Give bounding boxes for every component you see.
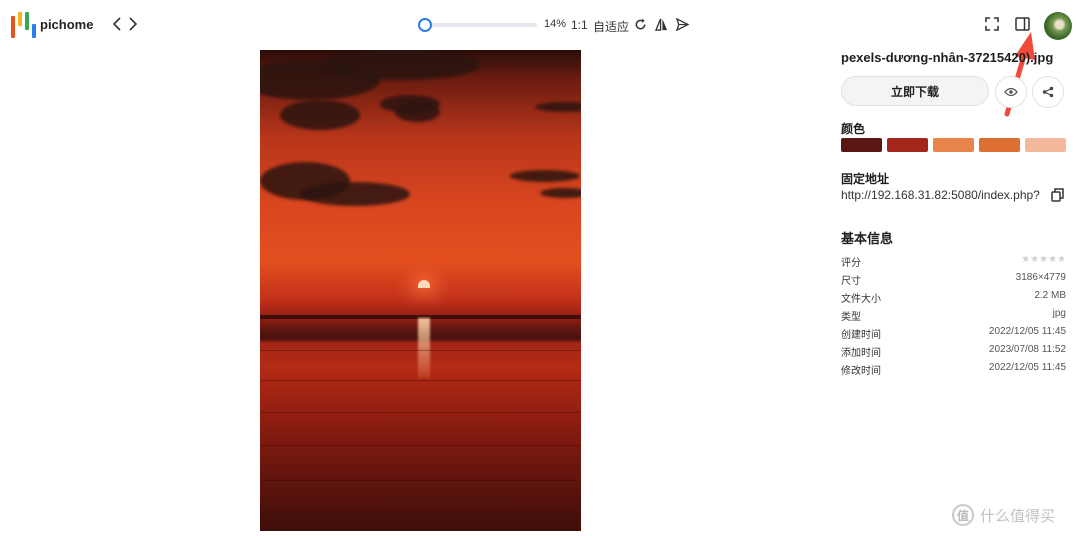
watermark-badge: 值: [952, 504, 974, 526]
info-label: 评分: [841, 258, 861, 269]
rating-star-icon[interactable]: ★: [1057, 254, 1066, 265]
logo-bar: [25, 12, 29, 30]
info-label: 尺寸: [841, 276, 861, 287]
image-cloud: [320, 50, 480, 80]
info-row: 尺寸 3186×4779: [841, 272, 1066, 288]
rotate-button[interactable]: [632, 16, 648, 32]
fixed-url-value[interactable]: http://192.168.31.82:5080/index.php?...: [841, 188, 1041, 202]
fullscreen-button[interactable]: [984, 16, 1000, 32]
flip-button[interactable]: [653, 16, 669, 32]
info-label: 修改时间: [841, 366, 881, 377]
info-value: 3186×4779: [1015, 272, 1066, 283]
pichome-logo[interactable]: [11, 12, 37, 38]
image-wave: [260, 412, 581, 413]
colors-title: 颜色: [841, 122, 866, 136]
info-row: 添加时间 2023/07/08 11:52: [841, 344, 1066, 360]
fullscreen-icon: [985, 17, 999, 31]
image-cloud: [510, 170, 580, 182]
info-row: 修改时间 2022/12/05 11:45: [841, 362, 1066, 378]
preview-image[interactable]: [260, 50, 581, 531]
image-sun-reflection: [418, 318, 430, 378]
rotate-icon: [635, 18, 645, 29]
info-label: 类型: [841, 312, 861, 323]
watermark: 值 什么值得买: [952, 503, 1055, 527]
rating-star-icon[interactable]: ★: [1030, 254, 1039, 265]
zoom-slider[interactable]: [418, 18, 537, 32]
logo-bar: [11, 16, 15, 38]
info-value: jpg: [1052, 308, 1066, 319]
zoom-percent-label: 14%: [544, 18, 567, 30]
chevron-right-icon: [129, 17, 138, 31]
image-sun: [418, 280, 430, 288]
rating-star-icon[interactable]: ★: [1048, 254, 1057, 265]
share-button[interactable]: [1032, 76, 1064, 108]
send-button[interactable]: [674, 16, 690, 32]
actual-size-button[interactable]: 1:1: [571, 18, 588, 32]
image-wave: [260, 512, 581, 513]
info-value: 2023/07/08 11:52: [988, 344, 1066, 355]
basic-info-title: 基本信息: [841, 231, 894, 246]
image-cloud: [280, 100, 360, 130]
eye-icon: [1004, 87, 1018, 97]
fit-to-screen-button[interactable]: 自适应: [593, 18, 629, 35]
rating-stars[interactable]: ★★★★★: [1021, 254, 1066, 265]
info-value: 2022/12/05 11:45: [988, 362, 1066, 373]
user-avatar[interactable]: [1044, 12, 1072, 40]
info-label: 文件大小: [841, 294, 881, 305]
sidebar-toggle-icon: [1014, 17, 1030, 31]
copy-icon: [1050, 188, 1064, 202]
rating-star-icon[interactable]: ★: [1039, 254, 1048, 265]
logo-bar: [18, 12, 22, 26]
color-swatches: [841, 138, 1066, 152]
sidebar-toggle-button[interactable]: [1014, 16, 1030, 32]
logo-bar: [32, 24, 36, 38]
next-button[interactable]: [125, 15, 141, 33]
info-value: 2022/12/05 11:45: [988, 326, 1066, 337]
previous-button[interactable]: [109, 15, 125, 33]
info-label: 创建时间: [841, 330, 881, 341]
color-swatch[interactable]: [841, 138, 882, 152]
image-wave: [260, 350, 581, 351]
color-swatch[interactable]: [887, 138, 928, 152]
top-toolbar: pichome 14% 1:1 自适应: [0, 0, 1080, 50]
color-swatch[interactable]: [933, 138, 974, 152]
image-wave: [260, 380, 581, 381]
info-label: 添加时间: [841, 348, 881, 359]
chevron-left-icon: [112, 17, 121, 31]
brand-name[interactable]: pichome: [40, 17, 93, 32]
image-cloud: [535, 102, 581, 112]
info-row: 创建时间 2022/12/05 11:45: [841, 326, 1066, 342]
info-row: 文件大小 2.2 MB: [841, 290, 1066, 306]
info-value: 2.2 MB: [1034, 290, 1066, 301]
info-row-rating: 评分 ★★★★★: [841, 254, 1066, 270]
color-swatch[interactable]: [1025, 138, 1066, 152]
copy-url-button[interactable]: [1049, 187, 1065, 203]
share-icon: [1042, 86, 1054, 98]
preview-button[interactable]: [995, 76, 1027, 108]
image-wave: [260, 445, 581, 446]
zoom-slider-thumb[interactable]: [418, 18, 432, 32]
watermark-text: 什么值得买: [980, 507, 1056, 525]
image-cloud: [300, 182, 410, 206]
image-wave: [260, 480, 581, 481]
flip-icon: [654, 18, 667, 31]
download-button[interactable]: 立即下载: [841, 76, 989, 106]
image-cloud: [540, 188, 581, 198]
color-swatch[interactable]: [979, 138, 1020, 152]
file-name: pexels-dương-nhân-37215420).jpg: [841, 50, 1054, 65]
rating-star-icon[interactable]: ★: [1021, 254, 1030, 265]
info-row: 类型 jpg: [841, 308, 1066, 324]
send-icon: [675, 17, 689, 31]
fixed-url-title: 固定地址: [841, 172, 890, 186]
image-cloud: [395, 102, 440, 122]
